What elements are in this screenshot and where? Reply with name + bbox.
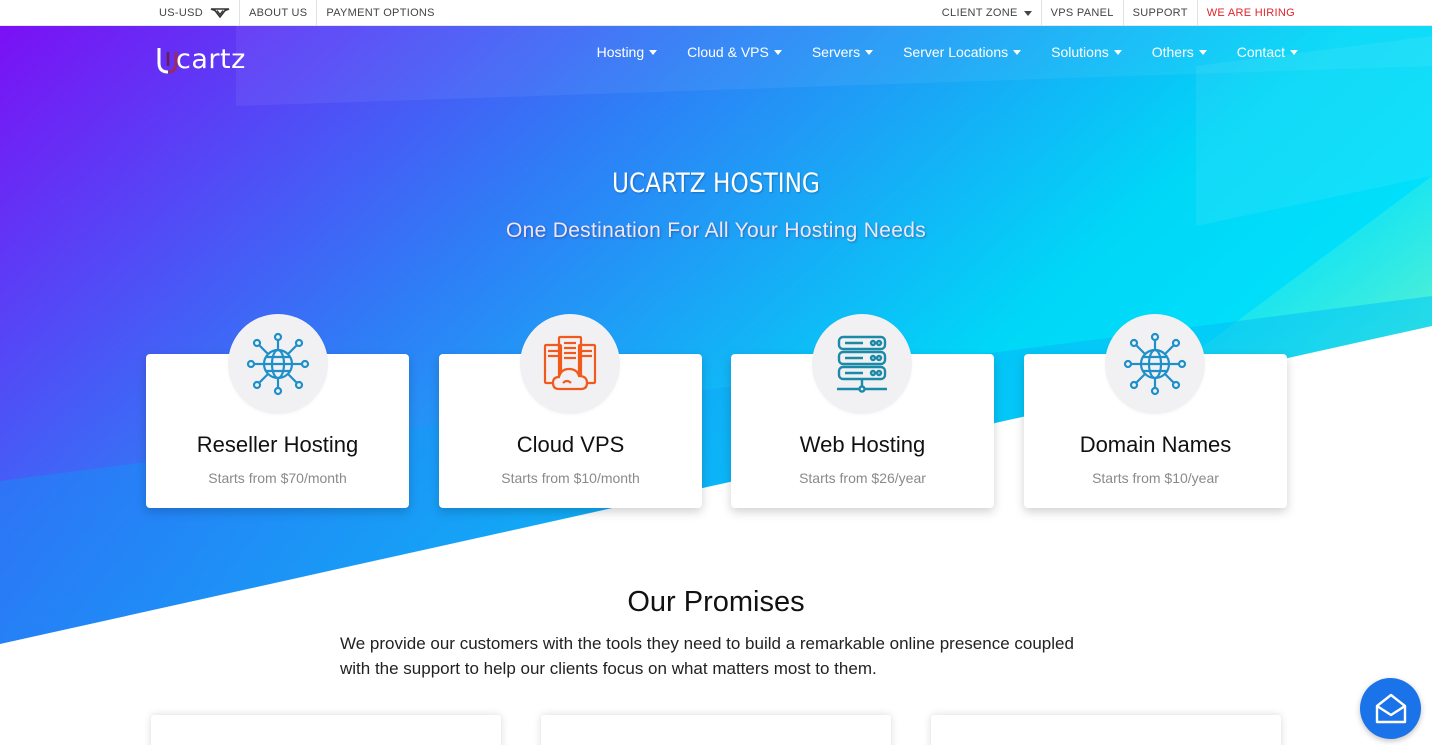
main-nav: Hosting Cloud & VPS Servers Server Locat…	[567, 40, 1298, 64]
envelope-chat-icon	[1375, 693, 1406, 723]
globe-network-icon	[1105, 314, 1205, 414]
card-title: Domain Names	[1079, 432, 1232, 457]
nav-label: Others	[1151, 44, 1194, 60]
card-price: Starts from $26/year	[799, 470, 926, 486]
currency-label: US-USD	[159, 7, 203, 19]
nav-others[interactable]: Others	[1152, 44, 1207, 60]
chevron-down-icon	[865, 49, 874, 55]
chevron-down-icon	[1290, 49, 1298, 55]
server-rack-icon	[812, 314, 912, 414]
nav-label: Solutions	[1051, 44, 1109, 60]
nav-server-locations[interactable]: Server Locations	[903, 44, 1022, 60]
nav-hosting[interactable]: Hosting	[596, 44, 658, 60]
ucartz-logo[interactable]: cartz	[156, 44, 256, 78]
nav-servers[interactable]: Servers	[811, 44, 874, 60]
nav-label: Hosting	[596, 44, 645, 60]
card-price: Starts from $10/month	[501, 470, 640, 486]
vps-panel-link[interactable]: VPS PANEL	[1042, 0, 1124, 26]
nav-cloud-vps[interactable]: Cloud & VPS	[687, 44, 782, 60]
nav-label: Contact	[1236, 44, 1285, 60]
client-zone-label: CLIENT ZONE	[941, 7, 1018, 19]
chevron-down-icon	[649, 49, 658, 55]
nav-contact[interactable]: Contact	[1237, 44, 1298, 60]
nav-solutions[interactable]: Solutions	[1051, 44, 1122, 60]
about-us-link[interactable]: ABOUT US	[240, 0, 318, 26]
logo-text: cartz	[176, 44, 246, 75]
promises-text: We provide our customers with the tools …	[340, 634, 1074, 678]
client-zone-dropdown[interactable]: CLIENT ZONE	[933, 0, 1042, 26]
chat-button[interactable]	[1360, 678, 1421, 739]
promises-heading: Our Promises	[627, 586, 805, 618]
hero-subtitle: One Destination For All Your Hosting Nee…	[506, 219, 926, 242]
top-bar-left: US-USD ABOUT US PAYMENT OPTIONS	[150, 0, 444, 26]
promise-card	[541, 715, 891, 745]
currency-selector[interactable]: US-USD	[150, 0, 240, 26]
promise-card	[151, 715, 501, 745]
top-utility-bar: US-USD ABOUT US PAYMENT OPTIONS CLIENT Z…	[0, 0, 1432, 26]
chevron-down-icon	[1013, 49, 1022, 55]
we-are-hiring-link[interactable]: WE ARE HIRING	[1198, 0, 1304, 26]
top-bar-right: CLIENT ZONE VPS PANEL SUPPORT WE ARE HIR…	[933, 0, 1304, 26]
promise-card	[931, 715, 1281, 745]
nav-label: Cloud & VPS	[687, 44, 769, 60]
chevron-down-icon	[773, 49, 782, 55]
support-link[interactable]: SUPPORT	[1124, 0, 1198, 26]
card-title: Reseller Hosting	[196, 432, 359, 457]
chevron-down-icon	[1198, 49, 1207, 55]
chevron-down-icon	[1023, 10, 1032, 16]
card-price: Starts from $70/month	[208, 470, 347, 486]
chevron-down-icon	[1113, 49, 1122, 55]
payment-options-link[interactable]: PAYMENT OPTIONS	[317, 0, 443, 26]
card-price: Starts from $10/year	[1092, 470, 1219, 486]
nav-label: Servers	[811, 44, 861, 60]
nav-label: Server Locations	[903, 44, 1009, 60]
card-title: Web Hosting	[799, 432, 926, 457]
hero-title: UCARTZ HOSTING	[612, 168, 820, 199]
globe-network-icon	[228, 314, 328, 414]
currency-dropdown-icon	[210, 7, 230, 19]
cloud-server-icon	[520, 314, 620, 414]
card-title: Cloud VPS	[516, 432, 625, 457]
